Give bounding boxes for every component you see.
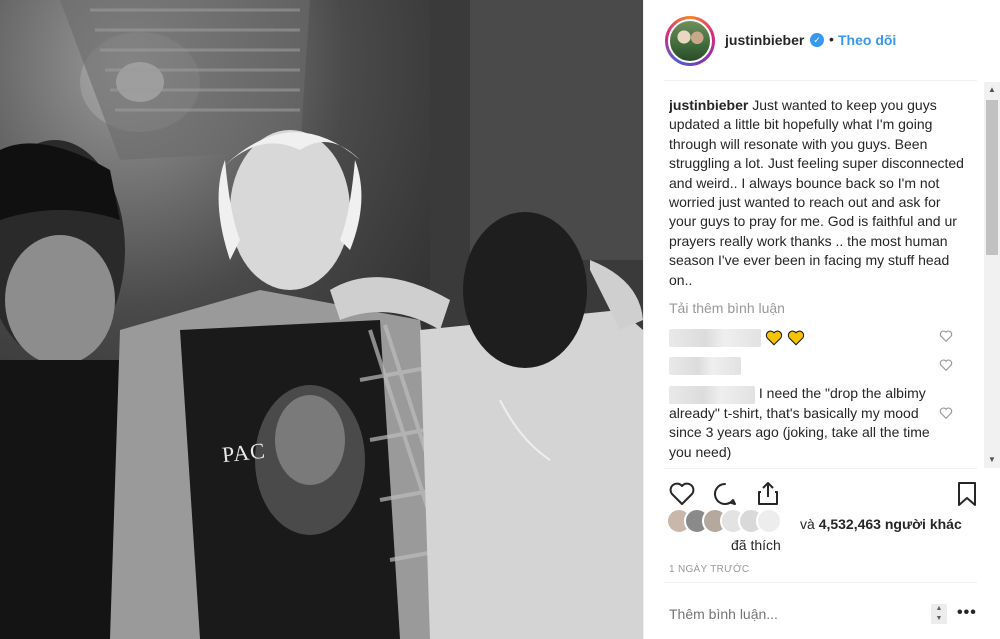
yellow-heart-emoji-icon xyxy=(787,330,804,346)
avatar[interactable] xyxy=(668,19,712,63)
more-options-button[interactable]: ••• xyxy=(957,604,977,622)
bookmark-icon[interactable] xyxy=(953,480,981,508)
avatar[interactable] xyxy=(756,508,782,534)
scroll-thumb[interactable] xyxy=(986,100,998,255)
likes-prefix: và xyxy=(800,516,815,532)
divider xyxy=(664,80,977,81)
comments-scrollbar[interactable]: ▲ ▼ xyxy=(984,82,1000,468)
add-comment-input[interactable] xyxy=(669,606,929,622)
likes-summary: và 4,532,463 người khác đã thích xyxy=(666,506,986,556)
post-side-panel: justinbieber ✓ • Theo dõi justinbieber J… xyxy=(643,0,1000,639)
yellow-heart-emoji-icon xyxy=(765,330,783,346)
list-item xyxy=(669,327,969,347)
scroll-down-arrow-icon[interactable]: ▼ xyxy=(984,452,1000,468)
resize-handle-icon[interactable]: ▲ ▼ xyxy=(931,604,947,624)
list-item xyxy=(669,356,969,376)
photo-illustration xyxy=(0,0,643,639)
divider xyxy=(664,468,977,469)
header-username[interactable]: justinbieber xyxy=(725,32,804,48)
small-heart-icon[interactable] xyxy=(939,358,953,372)
comment-icon[interactable] xyxy=(711,480,739,508)
likes-count[interactable]: và 4,532,463 người khác xyxy=(800,516,962,532)
divider xyxy=(664,582,977,583)
post-caption: justinbieber Just wanted to keep you guy… xyxy=(669,96,969,290)
comment-username-blurred[interactable] xyxy=(669,385,755,404)
list-item: I need the "drop the albimy already" t-s… xyxy=(669,384,969,462)
avatar-story-ring[interactable] xyxy=(665,16,715,66)
post-timestamp[interactable]: 1 NGÀY TRƯỚC xyxy=(669,564,749,575)
shirt-print-text: PAC xyxy=(220,437,267,468)
heart-icon[interactable] xyxy=(668,480,696,508)
load-more-comments-button[interactable]: Tải thêm bình luận xyxy=(669,299,969,318)
scroll-up-arrow-icon[interactable]: ▲ xyxy=(984,82,1000,98)
verified-badge-icon: ✓ xyxy=(810,33,824,47)
share-icon[interactable] xyxy=(754,480,782,508)
comment-username-blurred[interactable] xyxy=(669,357,741,376)
post-header: justinbieber ✓ • Theo dõi xyxy=(644,0,1000,80)
separator-dot: • xyxy=(829,31,834,47)
likes-suffix: đã thích xyxy=(731,537,781,553)
liker-avatars[interactable] xyxy=(666,508,798,534)
caption-text: Just wanted to keep you guys updated a l… xyxy=(669,97,964,288)
follow-button[interactable]: Theo dõi xyxy=(838,32,896,48)
small-heart-icon[interactable] xyxy=(939,329,953,343)
caption-username[interactable]: justinbieber xyxy=(669,97,748,113)
comments-list: justinbieber Just wanted to keep you guy… xyxy=(669,96,969,468)
small-heart-icon[interactable] xyxy=(939,406,953,420)
post-photo: PAC xyxy=(0,0,643,639)
comment-username-blurred[interactable] xyxy=(669,328,761,347)
likes-count-text[interactable]: 4,532,463 người khác xyxy=(819,516,962,532)
